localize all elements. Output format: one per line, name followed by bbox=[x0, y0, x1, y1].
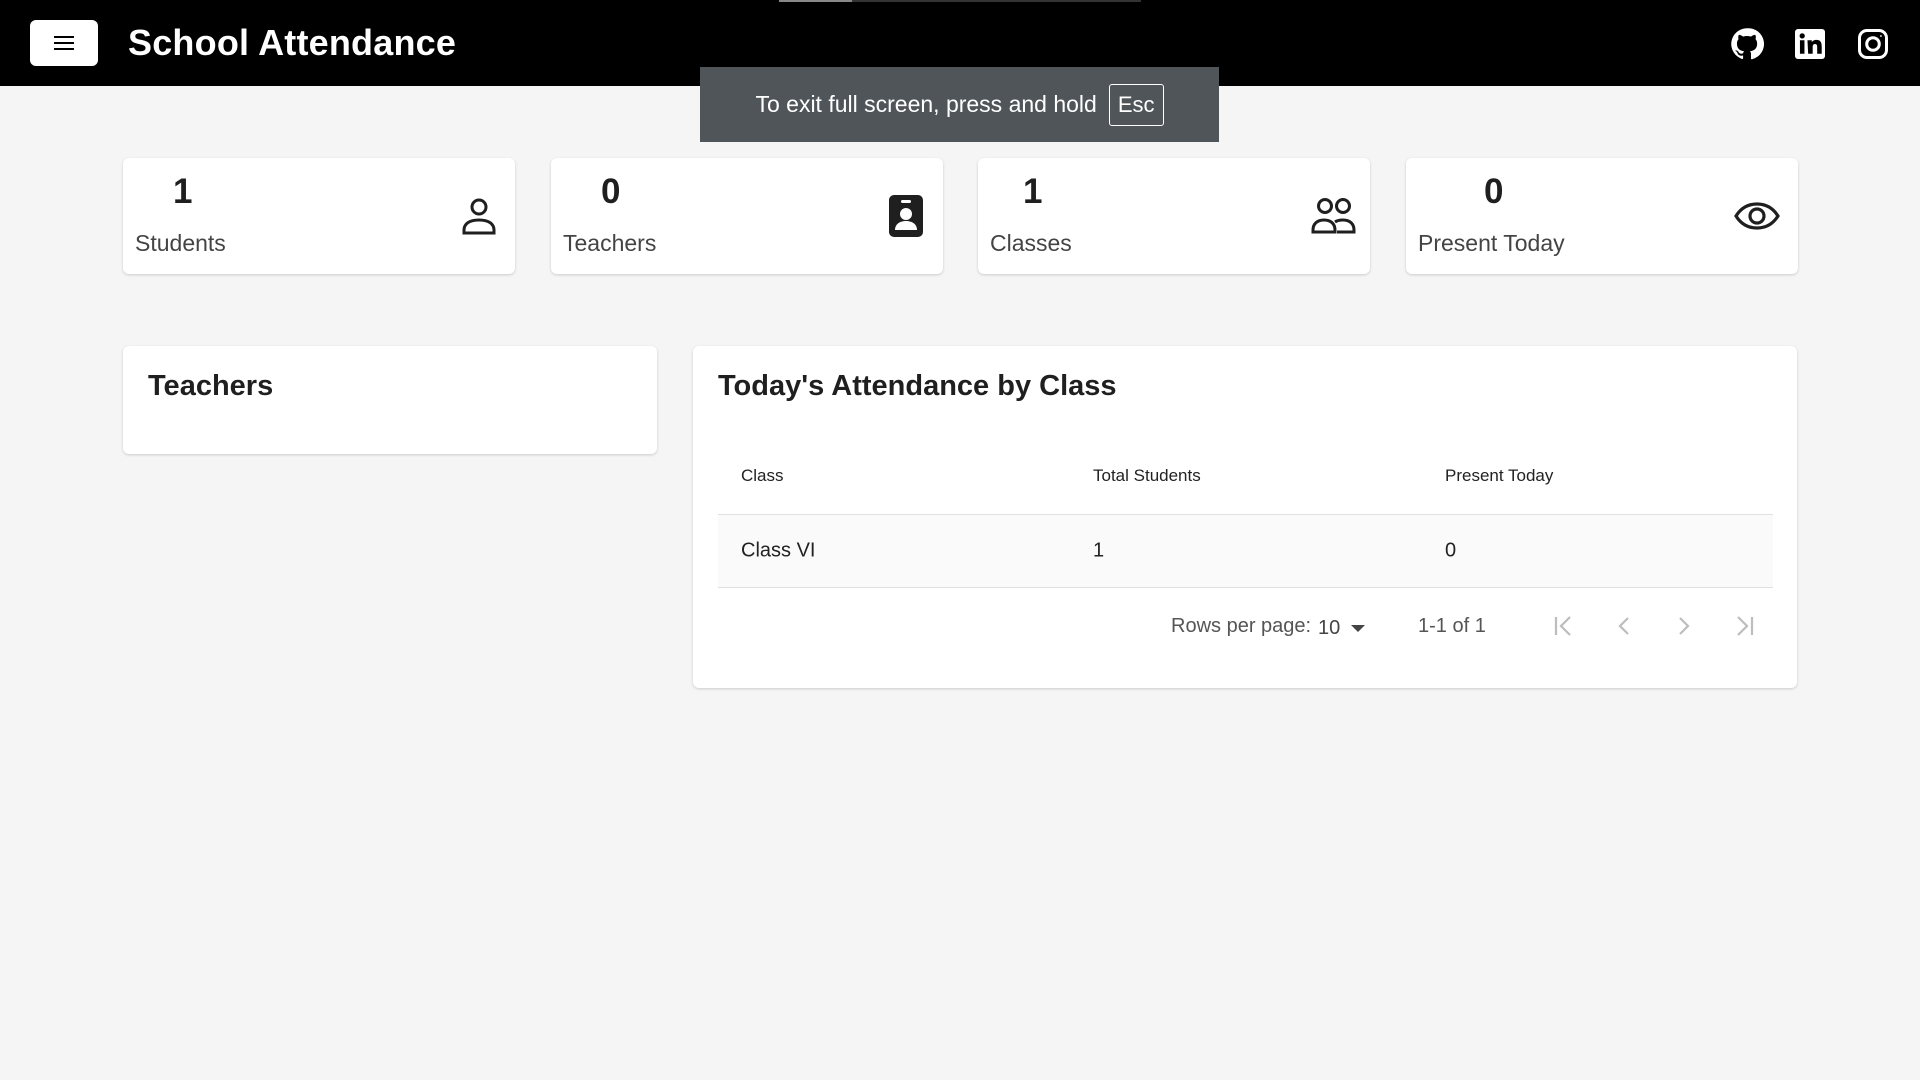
stat-value: 1 bbox=[173, 172, 193, 211]
next-page-button[interactable] bbox=[1666, 608, 1702, 644]
table-header-row: Class Total Students Present Today bbox=[718, 438, 1773, 515]
table-row[interactable]: Class VI 1 0 bbox=[718, 515, 1773, 588]
stat-label: Teachers bbox=[563, 230, 657, 256]
browser-tab-indicator bbox=[779, 0, 1141, 2]
hamburger-menu-icon bbox=[54, 36, 74, 50]
column-header-total-students[interactable]: Total Students bbox=[1093, 466, 1201, 486]
teachers-panel-title: Teachers bbox=[148, 370, 274, 402]
stat-card-present-today: 0 Present Today bbox=[1406, 158, 1798, 274]
attendance-panel-title: Today's Attendance by Class bbox=[718, 370, 1117, 402]
eye-icon bbox=[1733, 192, 1781, 240]
cell-class: Class VI bbox=[741, 539, 816, 562]
rows-per-page-label: Rows per page: bbox=[1171, 615, 1312, 637]
stat-value: 1 bbox=[1023, 172, 1043, 211]
first-page-button[interactable] bbox=[1546, 608, 1582, 644]
stat-value: 0 bbox=[601, 172, 621, 211]
attendance-table: Class Total Students Present Today Class… bbox=[718, 438, 1773, 639]
attendance-by-class-panel: Today's Attendance by Class Class Total … bbox=[693, 346, 1797, 688]
page-range-info: 1-1 of 1 bbox=[1418, 615, 1486, 637]
menu-button[interactable] bbox=[30, 20, 98, 66]
app-title: School Attendance bbox=[128, 22, 457, 63]
people-icon bbox=[1310, 192, 1358, 240]
instagram-icon[interactable] bbox=[1855, 26, 1891, 62]
fullscreen-exit-notice: To exit full screen, press and hold Esc bbox=[700, 67, 1219, 142]
rows-per-page-select[interactable]: 10 bbox=[1318, 613, 1378, 643]
caret-down-icon bbox=[1351, 625, 1365, 632]
previous-page-button[interactable] bbox=[1606, 608, 1642, 644]
stat-label: Present Today bbox=[1418, 230, 1565, 256]
github-icon[interactable] bbox=[1729, 26, 1765, 62]
stat-card-teachers: 0 Teachers bbox=[551, 158, 943, 274]
stat-value: 0 bbox=[1484, 172, 1504, 211]
stat-card-classes: 1 Classes bbox=[978, 158, 1370, 274]
stat-card-students: 1 Students bbox=[123, 158, 515, 274]
linkedin-icon[interactable] bbox=[1792, 26, 1828, 62]
person-icon bbox=[455, 192, 503, 240]
cell-present-today: 0 bbox=[1445, 539, 1457, 562]
teachers-panel: Teachers bbox=[123, 346, 657, 454]
esc-key-hint: Esc bbox=[1108, 83, 1164, 126]
cell-total-students: 1 bbox=[1093, 539, 1105, 562]
rows-per-page-value: 10 bbox=[1318, 616, 1341, 639]
column-header-class[interactable]: Class bbox=[741, 466, 784, 486]
fullscreen-notice-text: To exit full screen, press and hold bbox=[755, 91, 1097, 117]
column-header-present-today[interactable]: Present Today bbox=[1445, 466, 1553, 486]
last-page-button[interactable] bbox=[1726, 608, 1762, 644]
stat-label: Students bbox=[135, 230, 226, 256]
table-pagination: Rows per page: 10 1-1 of 1 bbox=[718, 588, 1773, 670]
id-badge-icon bbox=[882, 192, 930, 240]
stat-label: Classes bbox=[990, 230, 1072, 256]
